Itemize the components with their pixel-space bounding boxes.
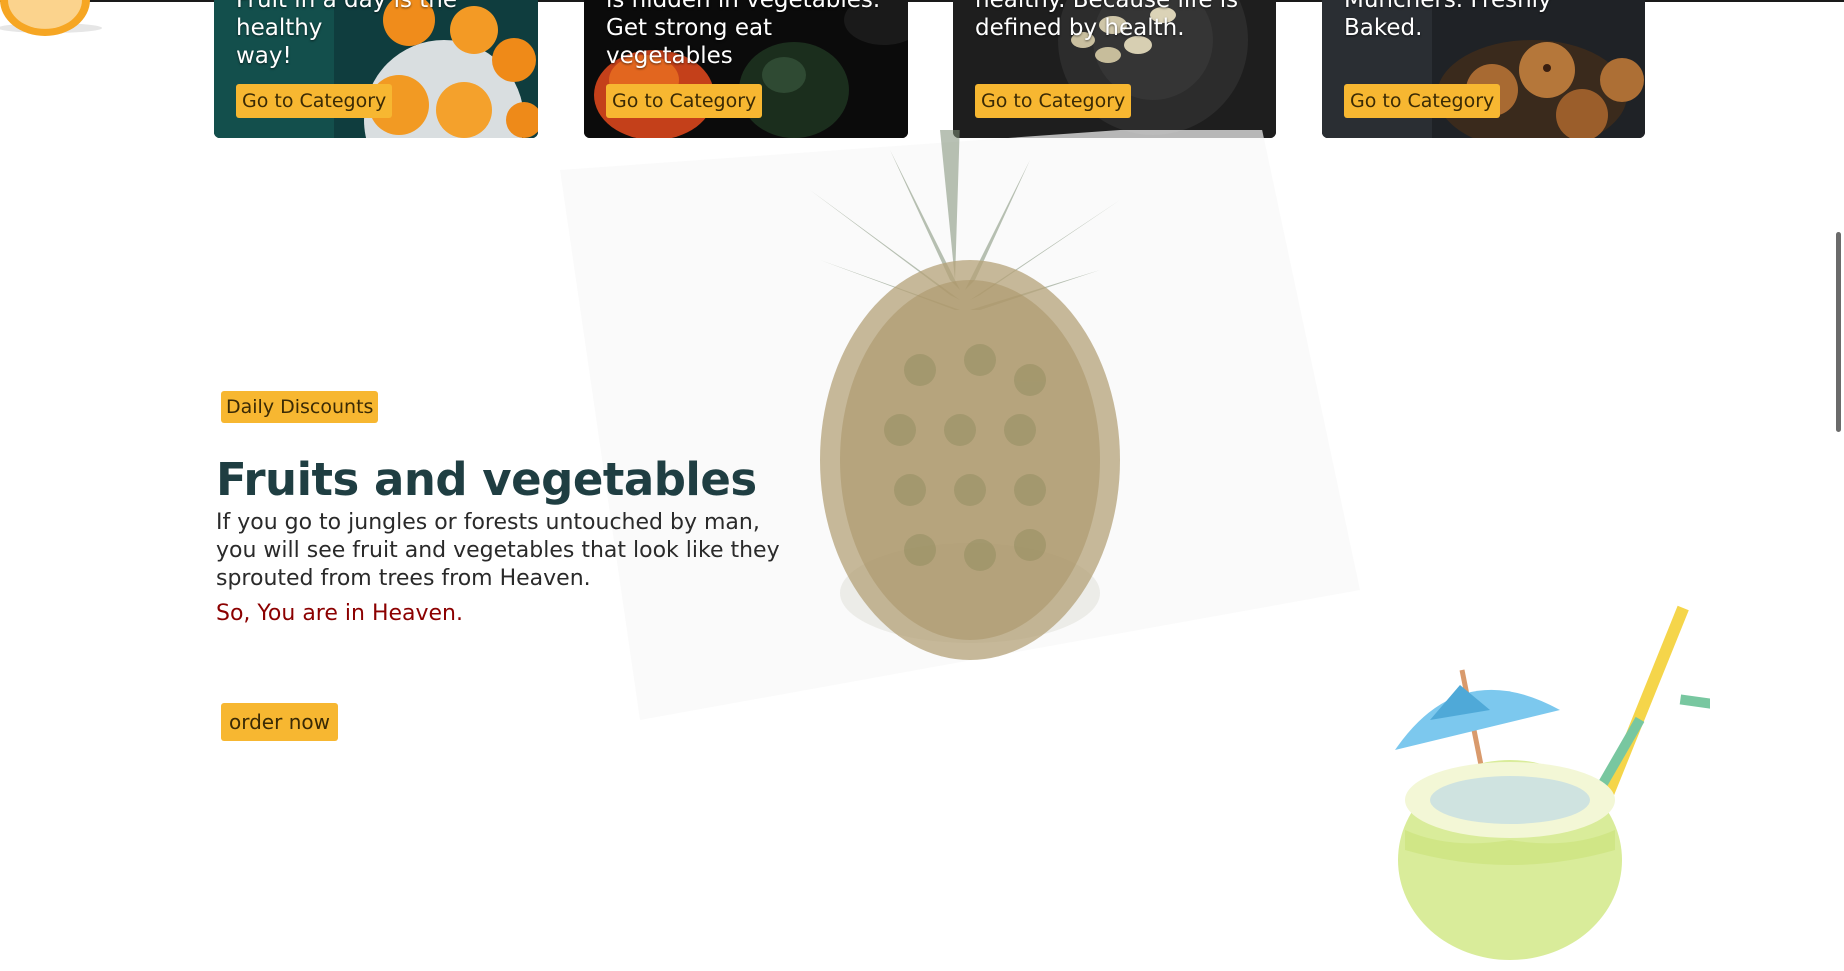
go-to-category-button[interactable]: Go to Category [975,84,1132,118]
category-line2: Get strong eat vegetables [606,15,773,69]
go-to-category-button[interactable]: Go to Category [606,84,763,118]
go-to-category-button[interactable]: Go to Category [236,84,393,118]
coconut-drink-icon [1395,605,1710,960]
category-line1: Munchers. Freshly Baked. [1344,0,1552,41]
hero-title: Fruits and vegetables [216,453,757,506]
category-line2: defined by health. [975,15,1185,41]
order-now-button[interactable]: order now [221,703,338,741]
category-line1: healthy. Because life is [975,0,1239,13]
hero-description: If you go to jungles or forests untouche… [216,510,780,591]
category-line1: is hidden in vegetables. [606,0,881,13]
category-card-nuts: healthy. Because life is defined by heal… [953,0,1276,138]
category-card-bakery: Munchers. Freshly Baked. Go to Category [1322,0,1645,138]
orange-slice-icon [0,0,102,36]
daily-discounts-badge: Daily Discounts [221,391,379,423]
go-to-category-button[interactable]: Go to Category [1344,84,1501,118]
hero-note: So, You are in Heaven. [216,601,463,626]
category-card-vegetables: is hidden in vegetables. Get strong eat … [584,0,908,138]
category-line1: Fruit in a day is the healthy [236,0,458,41]
vertical-scrollbar[interactable] [1832,0,1844,971]
pineapple-image-icon [560,130,1360,720]
category-card-fruits: Fruit in a day is the healthy way! Go to… [214,0,538,138]
scrollbar-thumb[interactable] [1836,232,1841,432]
category-line2: way! [236,43,292,69]
